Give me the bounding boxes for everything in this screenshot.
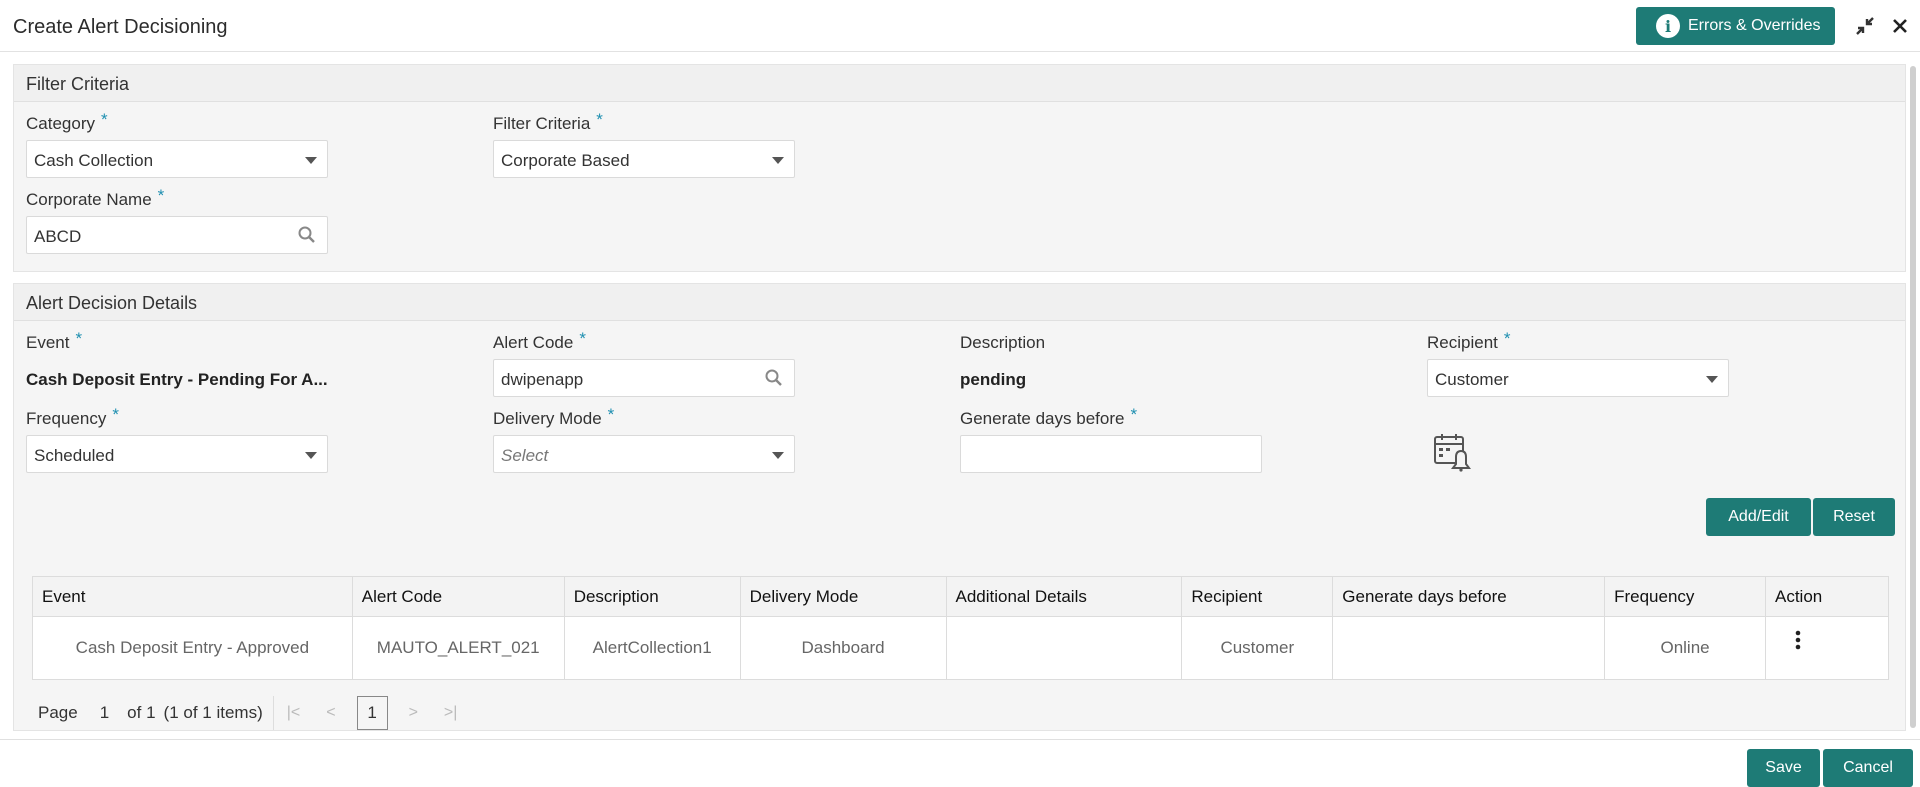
page-button-current[interactable]: 1 [356,696,388,730]
corporate-name-label: Corporate Name * [26,186,165,209]
filter-criteria-section: Filter Criteria Category * Cash Collectio… [13,64,1906,272]
more-vertical-icon[interactable] [1794,629,1802,651]
errors-overrides-button[interactable]: i Errors & Overrides [1636,7,1835,45]
col-action: Action [1765,576,1889,617]
col-generate-days[interactable]: Generate days before [1332,576,1606,617]
event-value: Cash Deposit Entry - Pending For A... [26,370,328,389]
cell-additional-details [945,616,1183,680]
description-value: pending [960,370,1027,389]
category-label: Category * [26,110,108,133]
search-icon[interactable] [297,225,317,245]
info-icon: i [1656,14,1680,38]
col-description[interactable]: Description [563,576,741,617]
alert-decision-header: Alert Decision Details [14,284,1905,321]
chevron-down-icon [305,157,317,164]
col-delivery-mode[interactable]: Delivery Mode [739,576,947,617]
grid-header-row: Event Alert Code Description Delivery Mo… [32,576,1889,617]
frequency-label: Frequency * [26,405,119,428]
chevron-down-icon [305,452,317,459]
cell-action [1765,616,1889,680]
col-event[interactable]: Event [32,576,353,617]
next-page-icon[interactable]: > [409,704,418,722]
description-label: Description [960,333,1046,352]
chevron-down-icon [772,452,784,459]
cell-description: AlertCollection1 [563,616,741,680]
pager: Page 1 of 1 (1 of 1 items) |< < 1 > >| [38,696,470,730]
item-count: (1 of 1 items) [163,703,263,722]
save-button[interactable]: Save [1747,749,1820,787]
col-frequency[interactable]: Frequency [1604,576,1766,617]
recipient-label: Recipient * [1427,329,1511,352]
col-recipient[interactable]: Recipient [1181,576,1334,617]
chevron-down-icon [1706,376,1718,383]
recipient-select[interactable]: Customer [1427,359,1729,397]
delivery-mode-label: Delivery Mode * [493,405,615,428]
add-edit-button[interactable]: Add/Edit [1706,498,1811,536]
cell-recipient: Customer [1181,616,1334,680]
footer-bar: Save Cancel [0,739,1920,787]
table-row[interactable]: Cash Deposit Entry - Approved MAUTO_ALER… [32,616,1889,680]
category-select[interactable]: Cash Collection [26,140,328,178]
cell-alert-code: MAUTO_ALERT_021 [351,616,565,680]
calendar-bell-icon[interactable] [1433,432,1471,472]
cell-generate-days [1332,616,1606,680]
close-icon[interactable] [1888,14,1912,38]
first-page-icon[interactable]: |< [287,704,301,722]
col-additional-details[interactable]: Additional Details [945,576,1183,617]
generate-days-label: Generate days before * [960,405,1138,428]
page-of: of 1 [127,703,156,722]
frequency-select[interactable]: Scheduled [26,435,328,473]
page-label: Page [38,703,78,722]
pager-divider [272,696,274,730]
filter-criteria-select[interactable]: Corporate Based [493,140,795,178]
filter-criteria-label: Filter Criteria * [493,110,603,133]
event-label: Event * [26,329,83,352]
window-title: Create Alert Decisioning [13,16,228,38]
scrollbar[interactable] [1910,66,1916,728]
search-icon[interactable] [764,368,784,388]
cell-delivery-mode: Dashboard [739,616,947,680]
page-number: 1 [99,703,110,722]
alert-code-input[interactable]: dwipenapp [493,359,795,397]
chevron-down-icon [772,157,784,164]
last-page-icon[interactable]: >| [444,704,458,722]
cancel-button[interactable]: Cancel [1823,749,1913,787]
title-bar: Create Alert Decisioning i Errors & Over… [0,0,1920,52]
alert-code-label: Alert Code * [493,329,586,352]
cell-event: Cash Deposit Entry - Approved [32,616,353,680]
prev-page-icon[interactable]: < [326,704,335,722]
generate-days-input[interactable] [960,435,1262,473]
errors-overrides-label: Errors & Overrides [1688,17,1821,34]
corporate-name-input[interactable]: ABCD [26,216,328,254]
minimize-icon[interactable] [1853,14,1877,38]
col-alert-code[interactable]: Alert Code [351,576,565,617]
filter-criteria-header: Filter Criteria [14,65,1905,102]
reset-button[interactable]: Reset [1813,498,1895,536]
alert-grid: Event Alert Code Description Delivery Mo… [32,576,1889,680]
delivery-mode-select[interactable]: Select [493,435,795,473]
cell-frequency: Online [1604,616,1766,680]
